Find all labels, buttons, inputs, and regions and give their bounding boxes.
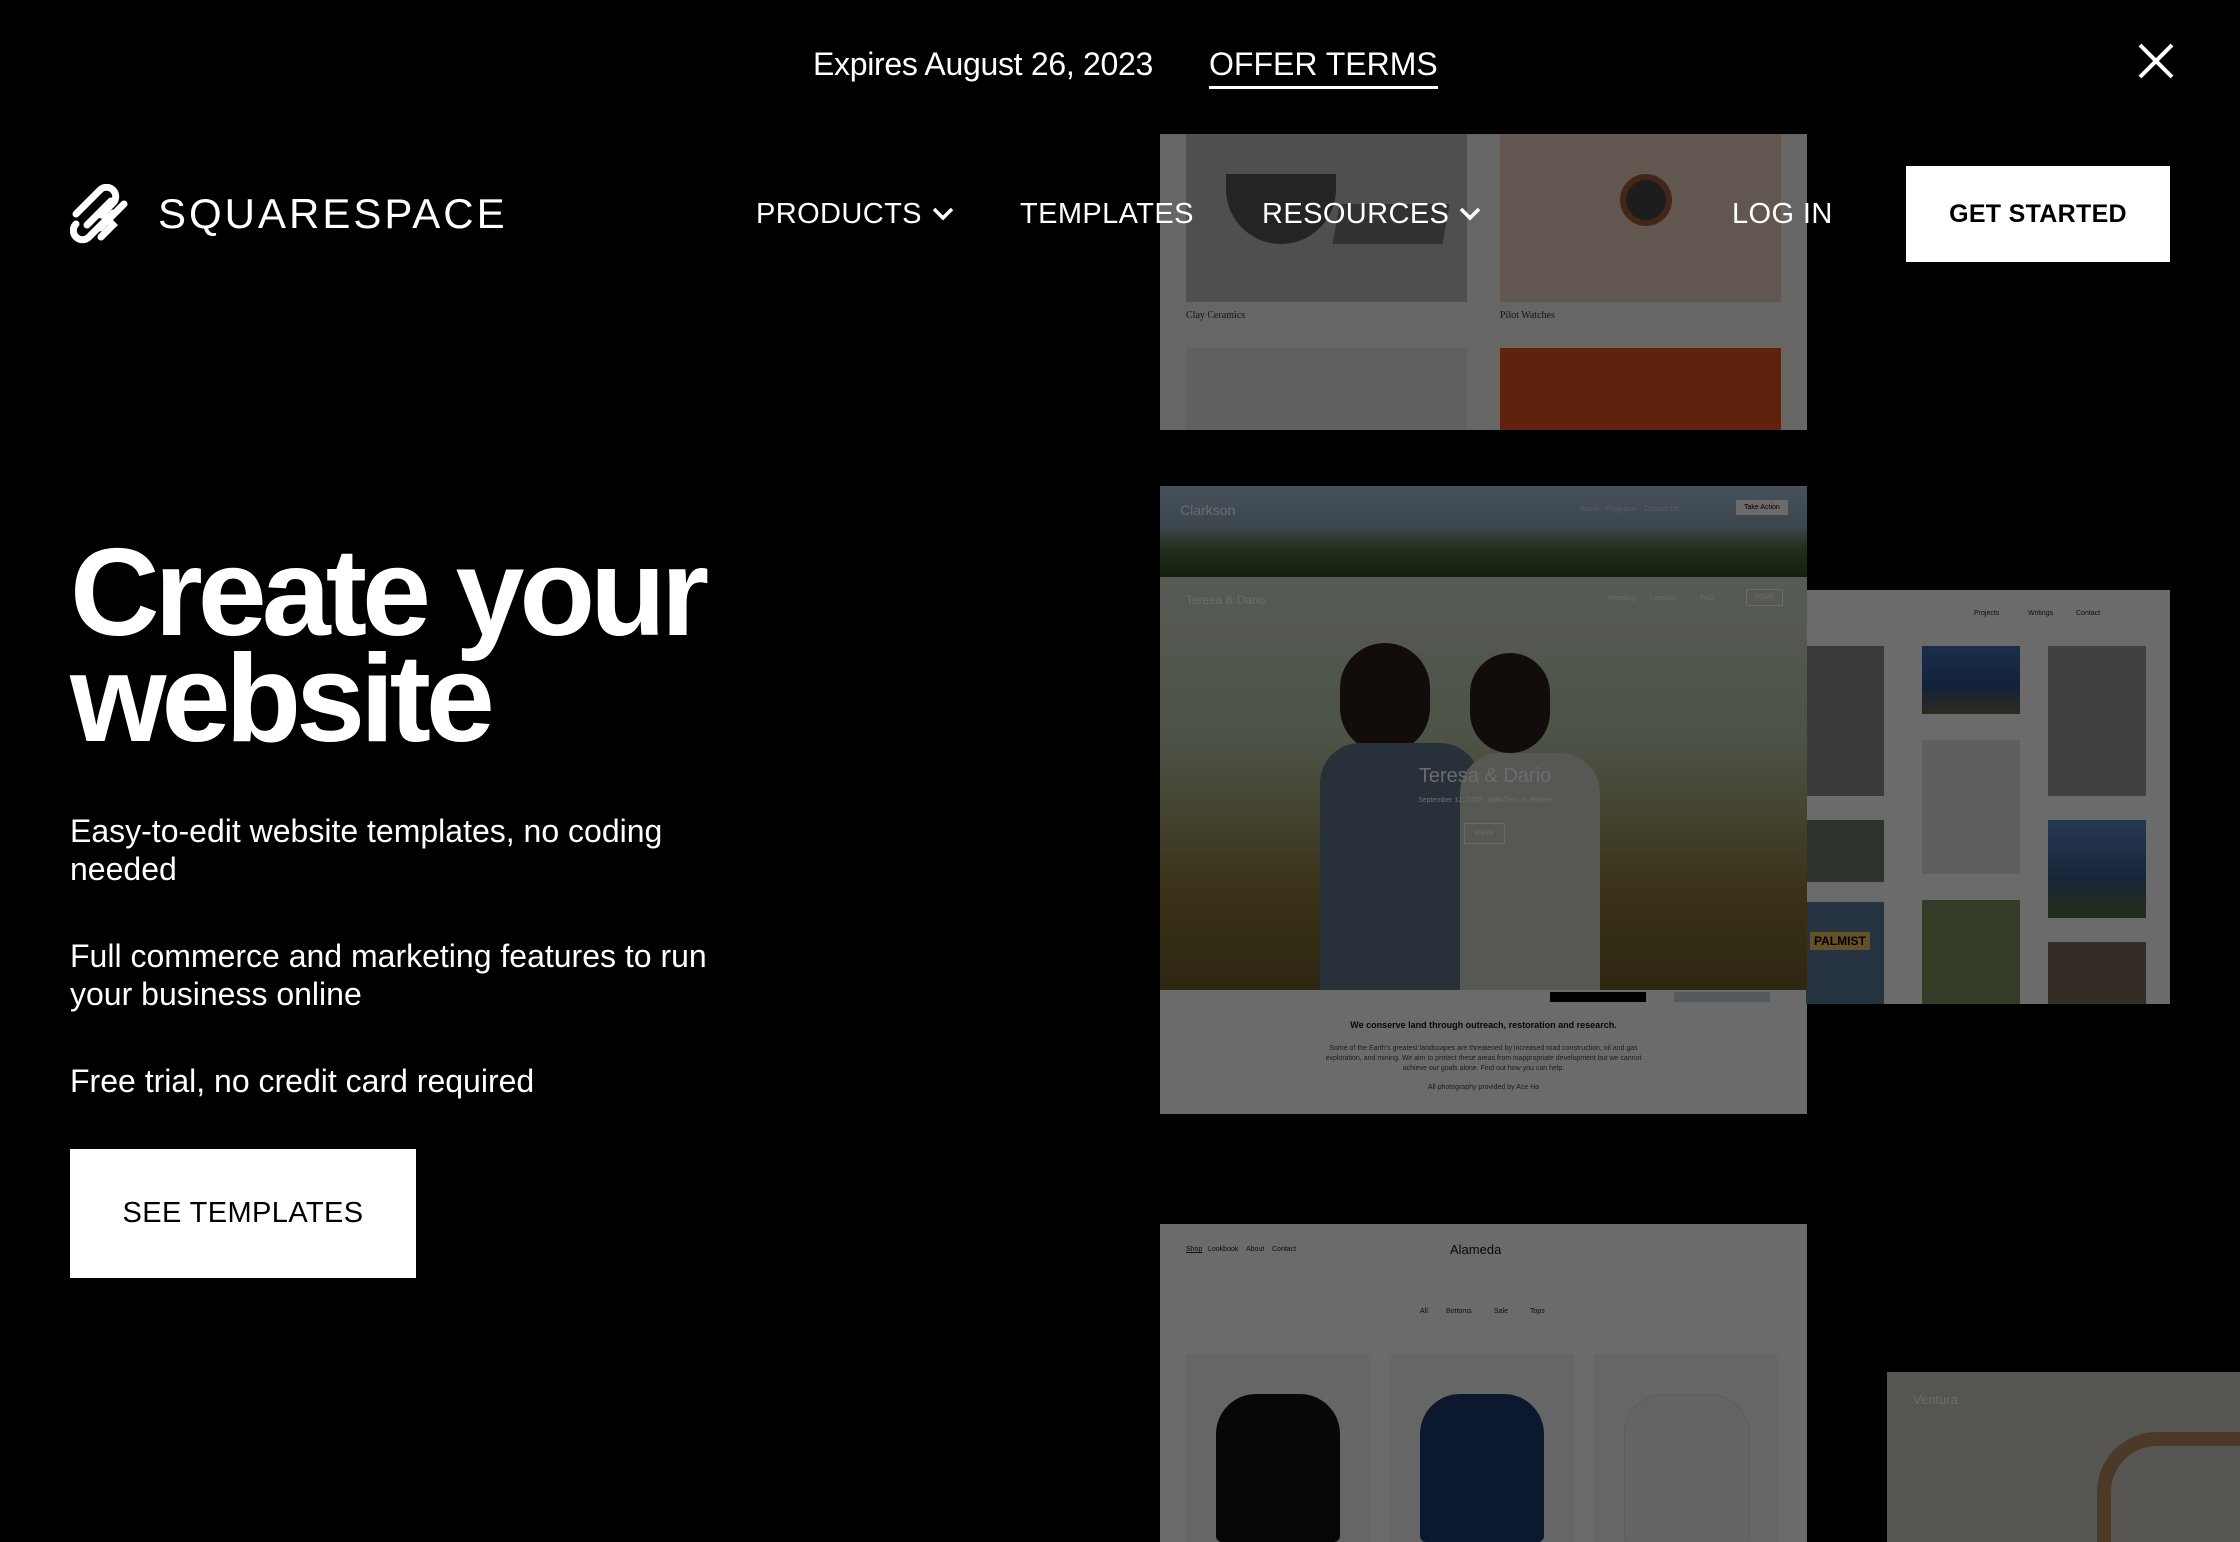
feature-text-1: Easy-to-edit website templates, no codin… [70,813,663,887]
gallery-photo-4 [1922,740,2020,874]
alameda-filter-4: Tops [1530,1308,1545,1315]
nav-templates[interactable]: TEMPLATES [1020,196,1194,232]
preview-ventura-card[interactable]: Ventura [1887,1372,2240,1542]
gallery-photo-7: PALMIST [1806,902,1884,1004]
clarkson-headline: We conserve land through outreach, resto… [1350,1020,1617,1030]
product-image-1 [1186,1354,1370,1542]
product-image-3 [1594,1354,1778,1542]
cable-image [1186,348,1467,430]
landscape-image [1160,486,1807,578]
clarkson-brand: Clarkson [1180,502,1236,518]
gallery-photo-1 [1806,646,1884,796]
wedding-rsvp-nav-button: RSVP [1746,589,1784,606]
alameda-nav-1: Shop [1186,1246,1203,1253]
shop-item-2-label: Pilot Watches [1500,310,1555,321]
alameda-filter-2: Bottoms [1446,1308,1472,1315]
alameda-nav-2: Lookbook [1208,1246,1239,1253]
strip-image-1 [1550,992,1646,1002]
nav-resources-label: RESOURCES [1262,198,1450,230]
clarkson-body: Some of the Earth's greatest landscapes … [1325,1045,1642,1072]
gallery-nav-3: Contact [2076,610,2101,617]
squarespace-logo-icon[interactable] [69,183,144,244]
clarkson-nav-2: Programs [1606,506,1637,513]
wedding-rsvp-button: RSVP [1464,823,1506,844]
preview-gallery-card[interactable]: Projects Writings Contact PALMIST [1790,590,2170,1004]
feature-text-3: Free trial, no credit card required [70,1063,535,1099]
clarkson-credit: All photography provided by Ace Ho [1427,1084,1540,1091]
nav-log-in[interactable]: LOG IN [1732,196,1833,232]
palmist-sign: PALMIST [1810,932,1870,950]
page-title: Create your website [70,531,790,761]
strip-image-2 [1674,992,1770,1002]
gallery-photo-3 [2048,646,2146,796]
nav-templates-label: TEMPLATES [1020,198,1194,230]
gallery-photo-6 [2048,820,2146,918]
clarkson-nav-3: Contact Us [1644,506,1679,513]
orange-image [1500,348,1781,430]
clarkson-take-action-button: Take Action [1736,500,1788,515]
preview-alameda-card[interactable]: Shop Lookbook About Contact Alameda All … [1160,1224,1807,1542]
alameda-filter-3: Sale [1494,1308,1509,1315]
shop-item-1-label: Clay Ceramics [1186,310,1246,321]
product-image-2 [1390,1354,1574,1542]
logo-wordmark[interactable]: SQUARESPACE [158,190,508,238]
gallery-nav-2: Writings [2028,610,2054,617]
couple-image [1320,623,1620,990]
see-templates-button[interactable]: SEE TEMPLATES [70,1149,416,1278]
chevron-down-icon [932,207,954,221]
wedding-nav-2: Location [1650,595,1677,602]
gallery-nav-1: Projects [1974,610,2000,617]
gallery-photo-2 [1922,646,2020,714]
nav-products-label: PRODUCTS [756,198,922,230]
alameda-nav-4: Contact [1272,1246,1297,1253]
chair-image [2097,1432,2240,1542]
ventura-brand: Ventura [1913,1392,1958,1407]
wedding-brand: Teresa & Dario [1186,593,1266,607]
wedding-date: September 12, 2020 · Isola Del Liri, Fra… [1418,797,1552,804]
gallery-photo-8 [1922,900,2020,1004]
feature-text-2: Full commerce and marketing features to … [70,938,707,1012]
nav-log-in-label: LOG IN [1732,198,1833,230]
wedding-nav-1: Wedding [1608,595,1636,602]
preview-wedding-card[interactable]: Teresa & Dario Wedding Location FAQ RSVP… [1160,577,1807,990]
get-started-button[interactable]: GET STARTED [1906,166,2170,262]
chevron-down-icon [1460,207,1481,221]
nav-resources[interactable]: RESOURCES [1262,196,1481,232]
wedding-nav-3: FAQ [1700,595,1715,602]
alameda-nav-3: About [1246,1246,1265,1253]
gallery-photo-5 [1806,820,1884,882]
clarkson-nav-1: About [1580,506,1599,513]
preview-shop-card[interactable]: Clay Ceramics Pilot Watches [1160,134,1807,430]
alameda-brand: Alameda [1450,1242,1502,1257]
gallery-photo-9 [2048,942,2146,1004]
nav-products[interactable]: PRODUCTS [756,196,954,232]
wedding-names: Teresa & Dario [1418,765,1552,787]
alameda-filter-1: All [1420,1308,1428,1315]
